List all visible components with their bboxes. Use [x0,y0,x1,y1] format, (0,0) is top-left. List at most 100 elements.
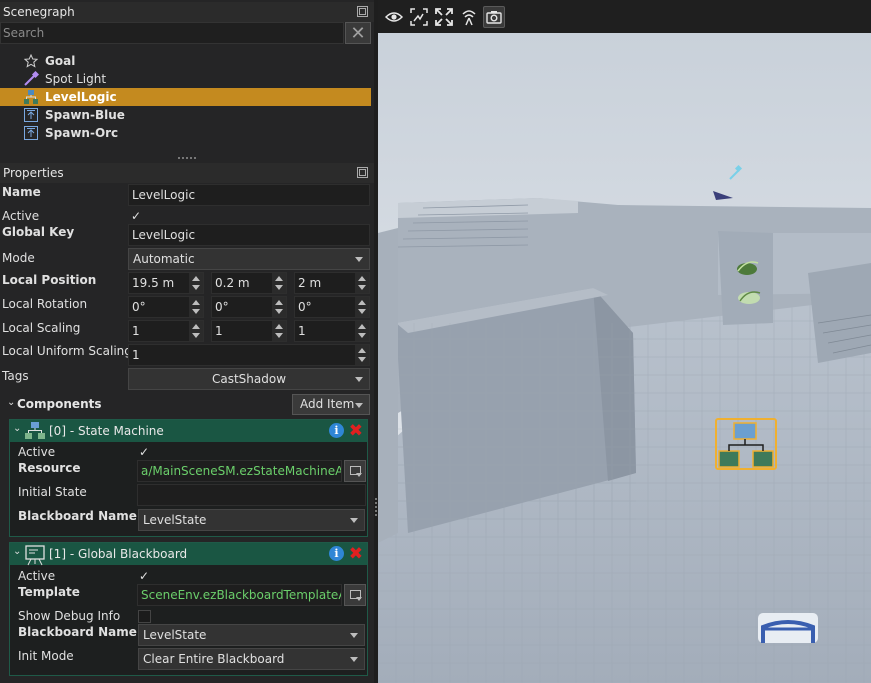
rotation-z-spinbox[interactable]: 0° [294,296,370,318]
spin-down-icon [192,285,200,290]
broadcast-icon[interactable] [458,6,480,28]
row-local-scaling: Local Scaling 1 1 1 [0,320,374,342]
spin-buttons[interactable] [272,321,286,341]
rotation-y-spinbox[interactable]: 0° [211,296,287,318]
spin-up-icon [192,300,200,305]
component-title: [1] - Global Blackboard [49,547,188,561]
asset-browse-button[interactable] [344,584,366,606]
spin-buttons[interactable] [355,321,369,341]
scaling-y-value: 1 [215,324,223,338]
rotation-x-spinbox[interactable]: 0° [128,296,204,318]
scene-viewport[interactable] [378,0,871,683]
spin-buttons[interactable] [189,321,203,341]
uniform-scaling-spinbox[interactable]: 1 [128,344,370,366]
show-debug-label: Show Debug Info [18,609,121,623]
scene-tree: Goal Spot Light LevelLogic Spawn-Blue Sp… [0,50,374,154]
panel-splitter[interactable] [178,157,196,161]
near-wall-tiles [396,323,636,533]
position-z-spinbox[interactable]: 2 m [294,272,370,294]
spin-buttons[interactable] [355,345,369,365]
scaling-y-spinbox[interactable]: 1 [211,320,287,342]
info-icon[interactable]: i [329,546,344,561]
spin-buttons[interactable] [189,273,203,293]
spawn-blue-gizmo[interactable] [758,613,818,643]
spin-buttons[interactable] [355,297,369,317]
float-panel-icon[interactable] [357,167,368,178]
init-mode-value: Clear Entire Blackboard [143,652,285,666]
mode-value: Automatic [133,252,195,266]
chevron-down-icon [350,633,358,638]
state-machine-icon [24,421,46,441]
template-field[interactable]: SceneEnv.ezBlackboardTemplateAsset [137,584,342,606]
state-machine-header[interactable]: ⌄ [0] - State Machine i ✖ [10,420,367,442]
tree-item-label: Spawn-Blue [45,108,125,122]
camera-icon[interactable] [483,6,505,28]
focus-select-icon[interactable] [408,6,430,28]
position-z-value: 2 m [298,276,322,290]
spin-buttons[interactable] [272,297,286,317]
spin-down-icon [358,285,366,290]
tree-item-label: LevelLogic [45,90,117,104]
local-position-label: Local Position [2,273,97,287]
gb-blackboard-name-dropdown[interactable]: LevelState [138,624,365,646]
active-checkbox[interactable]: ✓ [129,209,143,223]
row-local-rotation: Local Rotation 0° 0° 0° [0,296,374,318]
float-panel-icon[interactable] [357,6,368,17]
spin-buttons[interactable] [272,273,286,293]
initial-state-field[interactable] [137,484,366,506]
eye-icon[interactable] [383,6,405,28]
position-x-spinbox[interactable]: 19.5 m [128,272,204,294]
tree-item-spawn-orc[interactable]: Spawn-Orc [0,124,371,142]
tags-dropdown[interactable]: CastShadow [128,368,370,390]
tree-item-spawn-blue[interactable]: Spawn-Blue [0,106,371,124]
asset-browse-button[interactable] [344,460,366,482]
spin-up-icon [358,348,366,353]
info-icon[interactable]: i [329,423,344,438]
chevron-down-icon: ⌄ [7,397,16,408]
state-machine-icon [23,89,39,105]
scene-3d-view[interactable] [378,33,871,683]
delete-icon[interactable]: ✖ [349,421,363,441]
local-scaling-label: Local Scaling [2,321,81,335]
components-label: Components [17,397,102,411]
add-item-label: Add Item [300,397,355,411]
local-rotation-label: Local Rotation [2,297,88,311]
fullscreen-icon[interactable] [433,6,455,28]
search-input[interactable]: Search [0,22,344,44]
spin-buttons[interactable] [355,273,369,293]
global-key-field[interactable]: LevelLogic [128,224,370,246]
properties-title: Properties [3,166,64,180]
sm-blackboard-name-dropdown[interactable]: LevelState [138,509,365,531]
mode-dropdown[interactable]: Automatic [128,248,370,270]
orc-spawn-gizmo[interactable] [738,291,761,304]
position-y-spinbox[interactable]: 0.2 m [211,272,287,294]
tree-item-levellogic[interactable]: LevelLogic [0,88,371,106]
rotation-z-value: 0° [298,300,312,314]
resource-field[interactable]: a/MainSceneSM.ezStateMachineAsset [137,460,342,482]
chevron-down-icon: ⌄ [13,423,22,434]
spin-buttons[interactable] [189,297,203,317]
global-blackboard-component: ⌄ [1] - Global Blackboard i ✖ Active ✓ T… [9,542,368,676]
name-label: Name [2,185,41,199]
scenegraph-header: Scenegraph [0,2,374,22]
init-mode-dropdown[interactable]: Clear Entire Blackboard [138,648,365,670]
scaling-z-spinbox[interactable]: 1 [294,320,370,342]
scaling-x-value: 1 [132,324,140,338]
scaling-x-spinbox[interactable]: 1 [128,320,204,342]
tree-item-spot-light[interactable]: Spot Light [0,70,371,88]
state-machine-component: ⌄ [0] - State Machine i ✖ Active ✓ Resou… [9,419,368,537]
tree-item-goal[interactable]: Goal [0,52,371,70]
show-debug-checkbox[interactable] [138,610,151,623]
spin-down-icon [192,333,200,338]
sm-active-checkbox[interactable]: ✓ [137,445,151,459]
delete-icon[interactable]: ✖ [349,544,363,564]
right-stairs [808,263,871,363]
global-blackboard-header[interactable]: ⌄ [1] - Global Blackboard i ✖ [10,543,367,566]
name-field[interactable]: LevelLogic [128,184,370,206]
row-global-key: Global Key LevelLogic [0,224,374,246]
clear-search-button[interactable]: ✕ [345,22,371,44]
viewport-toolbar [378,0,871,33]
uniform-scaling-value: 1 [132,348,140,362]
add-item-button[interactable]: Add Item [292,394,370,415]
gb-active-checkbox[interactable]: ✓ [137,569,151,583]
